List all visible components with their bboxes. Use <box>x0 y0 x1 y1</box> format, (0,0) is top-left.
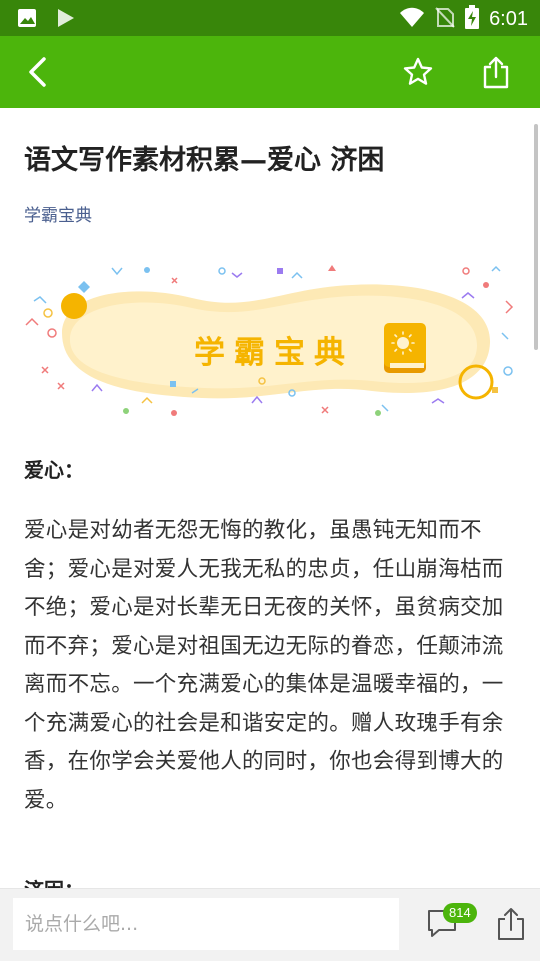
wifi-icon <box>399 6 425 32</box>
book-icon <box>384 323 426 373</box>
favorite-button[interactable] <box>398 52 438 92</box>
banner-title: 学霸宝典 <box>194 335 354 371</box>
section-heading-jikun: 济困： <box>24 874 84 888</box>
article-title: 语文写作素材积累—爱心 济困 <box>24 145 385 176</box>
section-heading-love: 爱心： <box>24 458 84 482</box>
section-paragraph-love: 爱心是对幼者无怨无悔的教化，虽愚钝无知而不舍；爱心是对爱人无我无私的忠贞，任山崩… <box>24 518 504 813</box>
share-icon <box>483 56 509 89</box>
article-banner: 学霸宝典 <box>22 263 518 423</box>
comment-count-badge: 814 <box>443 903 477 923</box>
scrollbar-thumb[interactable] <box>534 124 538 350</box>
bottom-share-button[interactable] <box>494 906 528 942</box>
status-bar: 6:01 <box>0 0 540 36</box>
share-icon <box>498 908 524 940</box>
play-icon <box>54 7 76 33</box>
star-icon <box>403 57 433 85</box>
article-content[interactable]: 语文写作素材积累—爱心 济困 学霸宝典 学霸宝典 爱心： 爱心是对幼者无怨无悔的… <box>0 108 540 888</box>
author-link[interactable]: 学霸宝典 <box>24 201 92 226</box>
app-toolbar <box>0 36 540 108</box>
status-time: 6:01 <box>489 7 528 30</box>
back-button[interactable] <box>18 52 58 92</box>
image-icon <box>16 7 38 33</box>
comment-bar: 814 <box>0 888 540 961</box>
battery-charging-icon <box>465 5 480 33</box>
no-sim-icon <box>435 6 455 32</box>
share-button[interactable] <box>476 52 516 92</box>
comment-input[interactable] <box>13 898 399 950</box>
back-arrow-icon <box>29 57 46 87</box>
